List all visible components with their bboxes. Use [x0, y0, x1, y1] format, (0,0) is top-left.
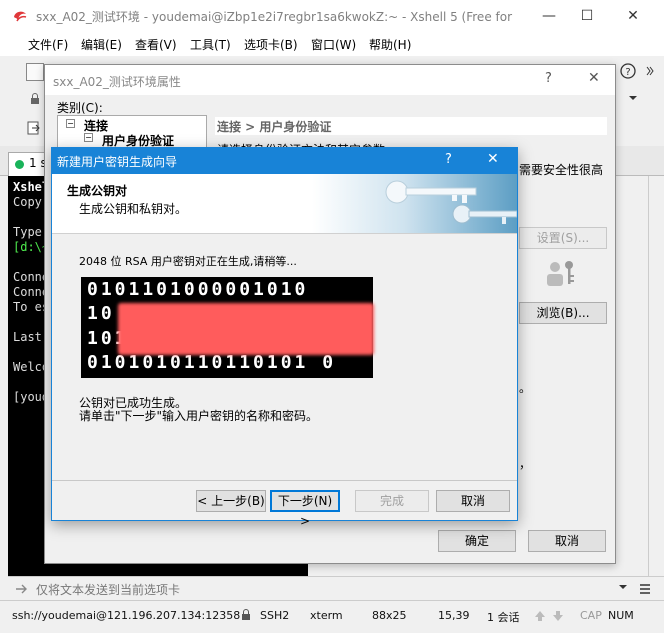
tree-collapse-icon[interactable]: − [84, 133, 93, 142]
menu-bar: 文件(F) 编辑(E) 查看(V) 工具(T) 选项卡(B) 窗口(W) 帮助(… [0, 32, 664, 56]
category-label: 类别(C): [57, 101, 103, 115]
bits-row: 10 [87, 303, 115, 324]
status-bar: ssh://youdemai@121.196.207.134:12358 SSH… [0, 600, 664, 633]
main-titlebar[interactable]: sxx_A02_测试环境 - youdemai@iZbp1e2i7regbr1s… [0, 0, 664, 32]
side-panel-strip[interactable] [648, 176, 664, 576]
maximize-button[interactable]: ☐ [564, 0, 610, 32]
wizard-header-title: 生成公钥对 [67, 184, 128, 198]
progress-text: 2048 位 RSA 用户密钥对正在生成,请稍等... [79, 255, 297, 268]
menu-lines-icon[interactable] [638, 582, 652, 596]
section-header: 连接 > 用户身份验证 [215, 117, 607, 135]
status-num: NUM [608, 609, 634, 622]
menu-file[interactable]: 文件(F) [28, 36, 68, 53]
status-size: 88x25 [372, 609, 407, 622]
xshell-app: sxx_A02_测试环境 - youdemai@iZbp1e2i7regbr1s… [0, 0, 664, 633]
wizard-header: 生成公钥对 生成公钥和私钥对。 [52, 174, 517, 234]
new-session-icon[interactable] [26, 63, 44, 81]
properties-title: sxx_A02_测试环境属性 [53, 75, 181, 89]
chevron-down-icon[interactable] [618, 583, 628, 591]
menu-tabs[interactable]: 选项卡(B) [244, 36, 298, 53]
connected-status-icon [15, 160, 24, 169]
arrow-up-icon[interactable] [534, 610, 546, 622]
menu-window[interactable]: 窗口(W) [311, 36, 356, 53]
result-line-2: 请单击"下一步"输入用户密钥的名称和密码。 [79, 409, 319, 423]
menu-help[interactable]: 帮助(H) [369, 36, 411, 53]
status-cursor: 15,39 [438, 609, 470, 622]
status-connection: ssh://youdemai@121.196.207.134:12358 [12, 609, 241, 622]
back-button[interactable]: < 上一步(B) [196, 490, 266, 512]
wizard-title: 新建用户密钥生成向导 [57, 155, 178, 169]
security-note: 需要安全性很高 [519, 163, 604, 177]
text-fragment: 。 [519, 381, 532, 395]
bits-row: 0101010110110101 0 [87, 352, 337, 373]
browse-button[interactable]: 浏览(B)... [519, 302, 607, 324]
wizard-help-button[interactable]: ? [445, 152, 452, 167]
svg-text:?: ? [625, 67, 630, 78]
arrow-down-icon[interactable] [552, 610, 564, 622]
redaction-overlay [118, 303, 374, 355]
menu-view[interactable]: 查看(V) [135, 36, 177, 53]
text-fragment: ， [519, 457, 532, 471]
lock-icon [242, 609, 250, 620]
send-bar[interactable]: 仅将文本发送到当前选项卡 [8, 576, 664, 600]
xshell-logo-icon [14, 11, 27, 22]
keys-banner-icon [312, 174, 517, 233]
properties-titlebar[interactable]: sxx_A02_测试环境属性 ? ✕ [45, 65, 615, 95]
script-icon[interactable] [26, 120, 42, 136]
toolbar-overflow-icon[interactable] [646, 65, 654, 77]
send-text-icon [16, 584, 27, 594]
wizard-header-subtitle: 生成公钥和私钥对。 [79, 202, 188, 216]
wizard-divider [52, 480, 517, 481]
window-title: sxx_A02_测试环境 - youdemai@iZbp1e2i7regbr1s… [36, 10, 513, 24]
chevron-down-icon[interactable] [628, 94, 638, 102]
menu-edit[interactable]: 编辑(E) [81, 36, 122, 53]
properties-close-button[interactable]: ✕ [588, 70, 600, 86]
finish-button[interactable]: 完成 [355, 490, 429, 512]
settings-button[interactable]: 设置(S)... [519, 227, 607, 249]
properties-help-button[interactable]: ? [545, 71, 552, 86]
status-protocol: SSH2 [260, 609, 290, 622]
help-icon[interactable]: ? [620, 63, 636, 79]
ok-button[interactable]: 确定 [438, 530, 516, 552]
terminal-line: Last [13, 330, 42, 344]
next-button[interactable]: 下一步(N) > [270, 490, 340, 528]
wizard-cancel-button[interactable]: 取消 [436, 490, 510, 512]
bits-row: 0101101000001010 [87, 279, 309, 300]
section-title: 连接 > 用户身份验证 [217, 120, 332, 134]
lock-icon [31, 93, 39, 104]
status-caps: CAP [580, 609, 602, 622]
status-terminal-type: xterm [310, 609, 343, 622]
cancel-button[interactable]: 取消 [528, 530, 606, 552]
user-key-icon [547, 261, 574, 286]
status-sessions: 1 会话 [487, 611, 520, 624]
close-button[interactable]: ✕ [610, 0, 656, 32]
key-generation-wizard: 新建用户密钥生成向导 ? ✕ 生成公钥对 生成公钥和私钥对。 2048 位 RS… [51, 147, 518, 528]
terminal-line: Type [13, 225, 42, 239]
send-bar-label: 仅将文本发送到当前选项卡 [36, 583, 181, 597]
tree-collapse-icon[interactable]: − [66, 119, 75, 128]
wizard-titlebar[interactable]: 新建用户密钥生成向导 ? ✕ [52, 148, 517, 174]
wizard-close-button[interactable]: ✕ [487, 151, 499, 167]
menu-tools[interactable]: 工具(T) [190, 36, 231, 53]
